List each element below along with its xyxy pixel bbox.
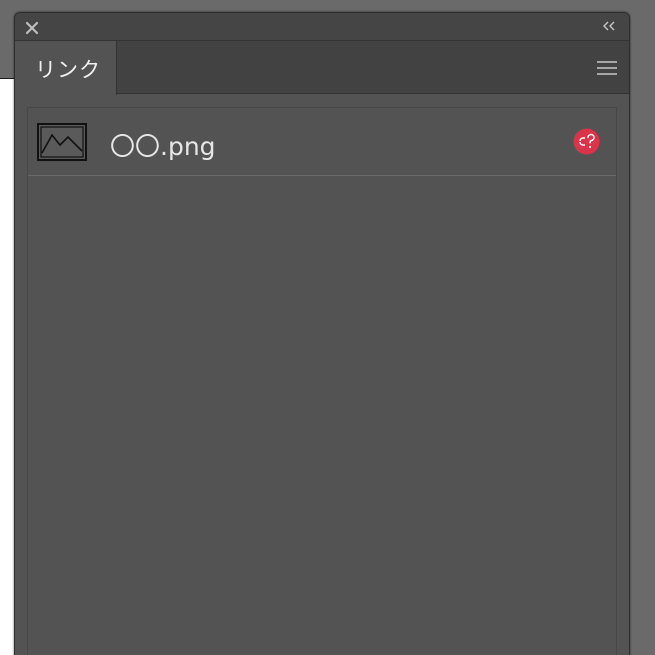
hamburger-menu-icon[interactable]	[597, 60, 617, 76]
panel-title-bar[interactable]	[15, 13, 629, 40]
links-panel: リンク 〇〇.png	[14, 12, 630, 655]
link-file-name: 〇〇.png	[110, 132, 216, 161]
image-thumbnail-icon	[37, 123, 87, 161]
tab-links-label: リンク	[35, 58, 101, 82]
tab-links[interactable]: リンク	[15, 40, 117, 95]
double-chevron-left-icon[interactable]	[601, 18, 617, 34]
panel-tab-bar: リンク	[15, 40, 629, 95]
list-item[interactable]: 〇〇.png	[28, 108, 616, 176]
links-list: 〇〇.png	[27, 107, 617, 655]
app-window: リンク 〇〇.png	[0, 0, 655, 655]
missing-link-icon[interactable]	[573, 128, 600, 155]
close-icon[interactable]	[25, 20, 39, 35]
